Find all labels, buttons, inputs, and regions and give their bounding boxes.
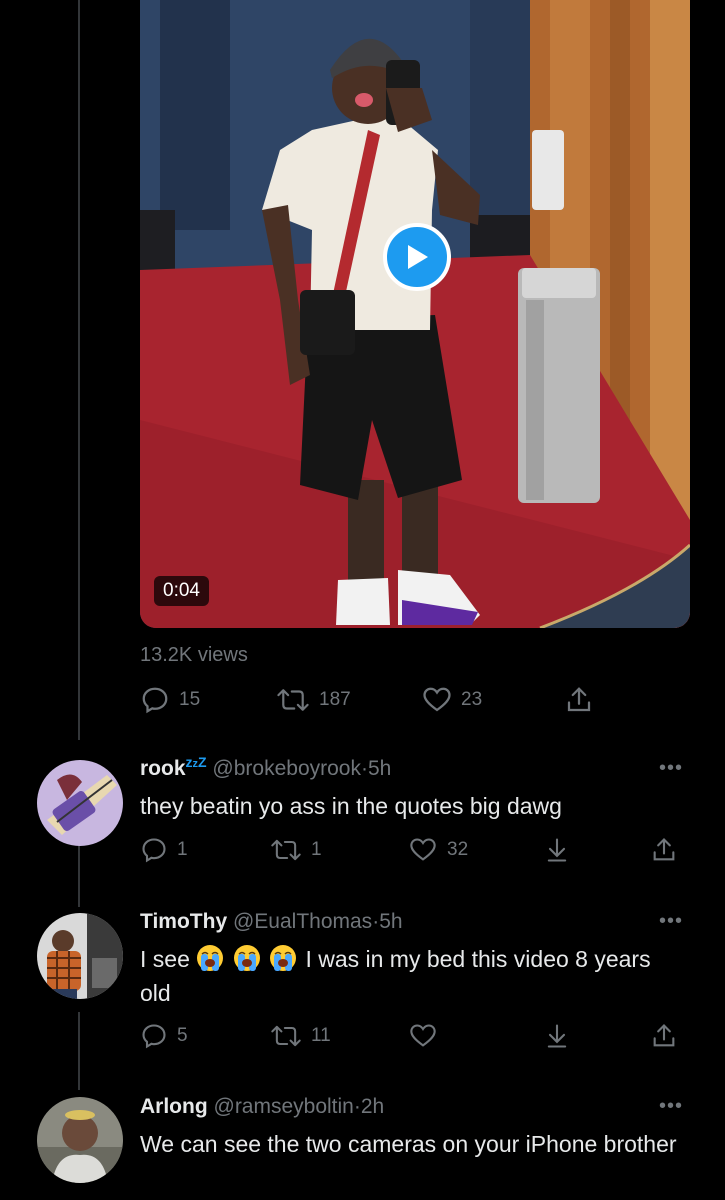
bookmark-button[interactable]: [543, 1022, 571, 1050]
like-button[interactable]: 32: [408, 836, 468, 864]
tweet-thread: 0:04 13.2K views 15 187 23 rookzzZ @brok…: [0, 0, 725, 1200]
more-icon: •••: [659, 757, 684, 779]
reply-icon: [142, 687, 168, 714]
heart-icon: [423, 687, 451, 712]
retweet-icon: [271, 1025, 301, 1047]
play-icon: [408, 245, 428, 269]
reply-header: TimoThy @EualThomas·5h: [140, 910, 403, 934]
share-button[interactable]: [564, 685, 594, 715]
retweet-icon: [277, 689, 309, 711]
share-icon: [653, 1024, 675, 1047]
reply-text-start: I see: [140, 946, 190, 972]
share-icon: [567, 687, 591, 712]
reply-button[interactable]: 1: [140, 836, 188, 864]
like-count: 32: [447, 839, 469, 860]
share-button[interactable]: [650, 1022, 678, 1050]
avatar-image: [37, 1097, 123, 1183]
loudly-crying-face-emoji: [233, 945, 260, 971]
avatar[interactable]: [37, 760, 123, 846]
display-name[interactable]: Arlong: [140, 1095, 208, 1118]
reply-count: 5: [177, 1025, 188, 1046]
loudly-crying-face-emoji: [197, 945, 224, 971]
tweet-video[interactable]: 0:04: [140, 0, 690, 628]
more-icon: •••: [659, 1095, 684, 1117]
reply-text: they beatin yo ass in the quotes big daw…: [140, 793, 562, 819]
heart-icon: [410, 838, 436, 861]
like-button[interactable]: 23: [422, 685, 482, 715]
thread-line: [78, 845, 80, 907]
retweet-icon: [271, 839, 301, 861]
reply-header: Arlong @ramseyboltin·2h: [140, 1095, 384, 1119]
reply-header: rookzzZ @brokeboyrook·5h: [140, 754, 391, 781]
reply-text: I see I was in my bed this video 8 years…: [140, 942, 680, 1010]
thread-line: [78, 1012, 80, 1090]
zzz-emoji: zzZ: [185, 754, 207, 770]
retweet-button[interactable]: 187: [276, 685, 351, 715]
reply-icon: [142, 1024, 166, 1049]
timestamp[interactable]: 5h: [368, 757, 391, 780]
user-handle[interactable]: @EualThomas: [233, 910, 372, 933]
more-button[interactable]: •••: [659, 1095, 683, 1118]
download-icon: [547, 1024, 567, 1048]
play-button[interactable]: [383, 223, 451, 291]
more-button[interactable]: •••: [659, 757, 683, 780]
display-name[interactable]: rook: [140, 757, 186, 780]
display-name[interactable]: TimoThy: [140, 910, 227, 933]
user-handle[interactable]: @brokeboyrook: [212, 757, 361, 780]
timestamp[interactable]: 2h: [361, 1095, 384, 1118]
loudly-crying-face-emoji: [270, 945, 297, 971]
share-icon: [653, 838, 675, 861]
more-icon: •••: [659, 910, 684, 932]
timestamp[interactable]: 5h: [379, 910, 402, 933]
bookmark-button[interactable]: [543, 836, 571, 864]
download-icon: [547, 838, 567, 862]
like-button[interactable]: [408, 1022, 438, 1050]
avatar-image: [37, 913, 123, 999]
reply-icon: [142, 838, 166, 863]
avatar[interactable]: [37, 1097, 123, 1183]
video-frame: [140, 0, 690, 628]
separator: ·: [360, 757, 368, 780]
retweet-button[interactable]: 11: [270, 1022, 331, 1050]
avatar[interactable]: [37, 913, 123, 999]
user-handle[interactable]: @ramseyboltin: [214, 1095, 354, 1118]
reply-count: 15: [179, 689, 201, 710]
thread-line: [78, 0, 80, 740]
reply-button[interactable]: 15: [140, 685, 200, 715]
like-count: 23: [461, 689, 483, 710]
retweet-count: 187: [319, 689, 351, 710]
avatar-image: [37, 760, 123, 846]
view-count: 13.2K views: [140, 644, 248, 666]
video-duration: 0:04: [154, 576, 209, 606]
separator: ·: [353, 1095, 361, 1118]
retweet-count: 11: [311, 1025, 331, 1046]
retweet-count: 1: [311, 839, 322, 860]
reply-text: We can see the two cameras on your iPhon…: [140, 1131, 677, 1157]
more-button[interactable]: •••: [659, 910, 683, 933]
share-button[interactable]: [650, 836, 678, 864]
reply-button[interactable]: 5: [140, 1022, 188, 1050]
retweet-button[interactable]: 1: [270, 836, 322, 864]
heart-icon: [410, 1024, 436, 1047]
reply-count: 1: [177, 839, 188, 860]
